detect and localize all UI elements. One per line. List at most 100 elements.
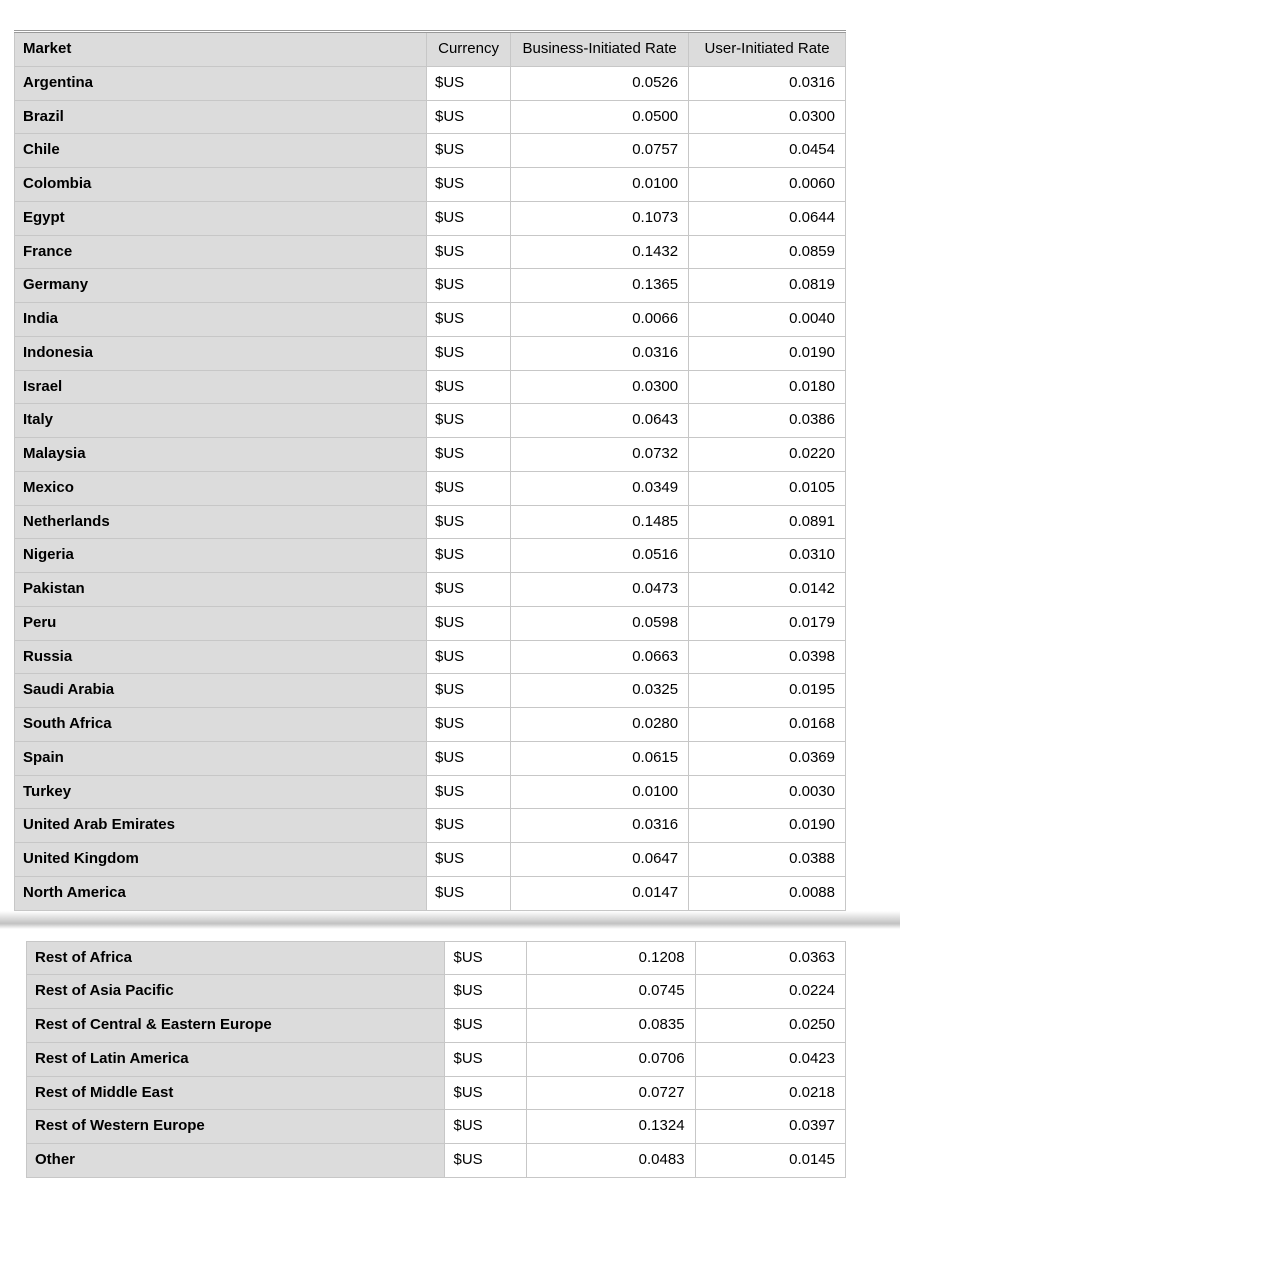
cell-market: Rest of Latin America (27, 1042, 445, 1076)
cell-market: Indonesia (15, 336, 427, 370)
cell-currency: $US (427, 235, 511, 269)
table-row: France$US0.14320.0859 (15, 235, 846, 269)
table-row: Nigeria$US0.05160.0310 (15, 539, 846, 573)
cell-user-rate: 0.0369 (689, 741, 846, 775)
cell-business-rate: 0.0349 (511, 471, 689, 505)
cell-user-rate: 0.0224 (695, 975, 845, 1009)
cell-business-rate: 0.0100 (511, 775, 689, 809)
cell-business-rate: 0.0647 (511, 843, 689, 877)
cell-user-rate: 0.0397 (695, 1110, 845, 1144)
cell-market: France (15, 235, 427, 269)
table-row: Pakistan$US0.04730.0142 (15, 573, 846, 607)
col-business-rate: Business-Initiated Rate (511, 32, 689, 67)
cell-business-rate: 0.0483 (526, 1144, 695, 1178)
cell-currency: $US (427, 134, 511, 168)
table-row: Other$US0.04830.0145 (27, 1144, 846, 1178)
cell-currency: $US (445, 1076, 526, 1110)
rate-table-main: Market Currency Business-Initiated Rate … (14, 30, 846, 911)
cell-business-rate: 0.0500 (511, 100, 689, 134)
cell-currency: $US (427, 708, 511, 742)
cell-user-rate: 0.0363 (695, 941, 845, 975)
cell-user-rate: 0.0142 (689, 573, 846, 607)
table-row: Spain$US0.06150.0369 (15, 741, 846, 775)
cell-user-rate: 0.0145 (695, 1144, 845, 1178)
cell-user-rate: 0.0060 (689, 168, 846, 202)
cell-user-rate: 0.0316 (689, 66, 846, 100)
cell-business-rate: 0.0316 (511, 809, 689, 843)
cell-currency: $US (427, 201, 511, 235)
cell-currency: $US (445, 975, 526, 1009)
table-row: Rest of Latin America$US0.07060.0423 (27, 1042, 846, 1076)
cell-user-rate: 0.0180 (689, 370, 846, 404)
cell-user-rate: 0.0891 (689, 505, 846, 539)
cell-business-rate: 0.0066 (511, 303, 689, 337)
table-row: Rest of Western Europe$US0.13240.0397 (27, 1110, 846, 1144)
cell-market: Rest of Central & Eastern Europe (27, 1009, 445, 1043)
cell-market: Nigeria (15, 539, 427, 573)
cell-currency: $US (445, 1110, 526, 1144)
cell-user-rate: 0.0859 (689, 235, 846, 269)
cell-user-rate: 0.0088 (689, 876, 846, 910)
cell-user-rate: 0.0190 (689, 809, 846, 843)
cell-user-rate: 0.0386 (689, 404, 846, 438)
cell-market: United Kingdom (15, 843, 427, 877)
cell-market: India (15, 303, 427, 337)
cell-market: Mexico (15, 471, 427, 505)
cell-market: Chile (15, 134, 427, 168)
cell-currency: $US (427, 843, 511, 877)
cell-user-rate: 0.0105 (689, 471, 846, 505)
table-row: Peru$US0.05980.0179 (15, 606, 846, 640)
cell-business-rate: 0.0706 (526, 1042, 695, 1076)
table-row: Rest of Asia Pacific$US0.07450.0224 (27, 975, 846, 1009)
cell-currency: $US (427, 370, 511, 404)
cell-business-rate: 0.0663 (511, 640, 689, 674)
cell-business-rate: 0.0100 (511, 168, 689, 202)
table-row: Netherlands$US0.14850.0891 (15, 505, 846, 539)
cell-market: Saudi Arabia (15, 674, 427, 708)
cell-market: North America (15, 876, 427, 910)
cell-user-rate: 0.0168 (689, 708, 846, 742)
table-row: India$US0.00660.0040 (15, 303, 846, 337)
table-row: Germany$US0.13650.0819 (15, 269, 846, 303)
cell-market: Other (27, 1144, 445, 1178)
table-row: North America$US0.01470.0088 (15, 876, 846, 910)
rate-table-regions: Rest of Africa$US0.12080.0363Rest of Asi… (26, 941, 846, 1178)
cell-business-rate: 0.0727 (526, 1076, 695, 1110)
col-market: Market (15, 32, 427, 67)
cell-market: Spain (15, 741, 427, 775)
table-row: Russia$US0.06630.0398 (15, 640, 846, 674)
cell-user-rate: 0.0195 (689, 674, 846, 708)
cell-currency: $US (427, 809, 511, 843)
cell-currency: $US (427, 100, 511, 134)
cell-user-rate: 0.0644 (689, 201, 846, 235)
cell-business-rate: 0.0643 (511, 404, 689, 438)
cell-market: Germany (15, 269, 427, 303)
cell-market: Turkey (15, 775, 427, 809)
cell-business-rate: 0.0745 (526, 975, 695, 1009)
cell-business-rate: 0.1208 (526, 941, 695, 975)
cell-user-rate: 0.0190 (689, 336, 846, 370)
cell-business-rate: 0.0732 (511, 438, 689, 472)
cell-user-rate: 0.0310 (689, 539, 846, 573)
cell-market: Italy (15, 404, 427, 438)
cell-currency: $US (427, 471, 511, 505)
cell-user-rate: 0.0040 (689, 303, 846, 337)
cell-market: Pakistan (15, 573, 427, 607)
cell-business-rate: 0.0835 (526, 1009, 695, 1043)
cell-business-rate: 0.0316 (511, 336, 689, 370)
cell-business-rate: 0.0473 (511, 573, 689, 607)
cell-currency: $US (427, 438, 511, 472)
cell-market: United Arab Emirates (15, 809, 427, 843)
cell-market: Argentina (15, 66, 427, 100)
cell-currency: $US (427, 303, 511, 337)
cell-currency: $US (445, 941, 526, 975)
cell-currency: $US (427, 539, 511, 573)
col-user-rate: User-Initiated Rate (689, 32, 846, 67)
table-header-row: Market Currency Business-Initiated Rate … (15, 32, 846, 67)
cell-market: Peru (15, 606, 427, 640)
cell-market: Rest of Middle East (27, 1076, 445, 1110)
cell-business-rate: 0.1365 (511, 269, 689, 303)
cell-business-rate: 0.0300 (511, 370, 689, 404)
table-row: Israel$US0.03000.0180 (15, 370, 846, 404)
table-row: United Arab Emirates$US0.03160.0190 (15, 809, 846, 843)
